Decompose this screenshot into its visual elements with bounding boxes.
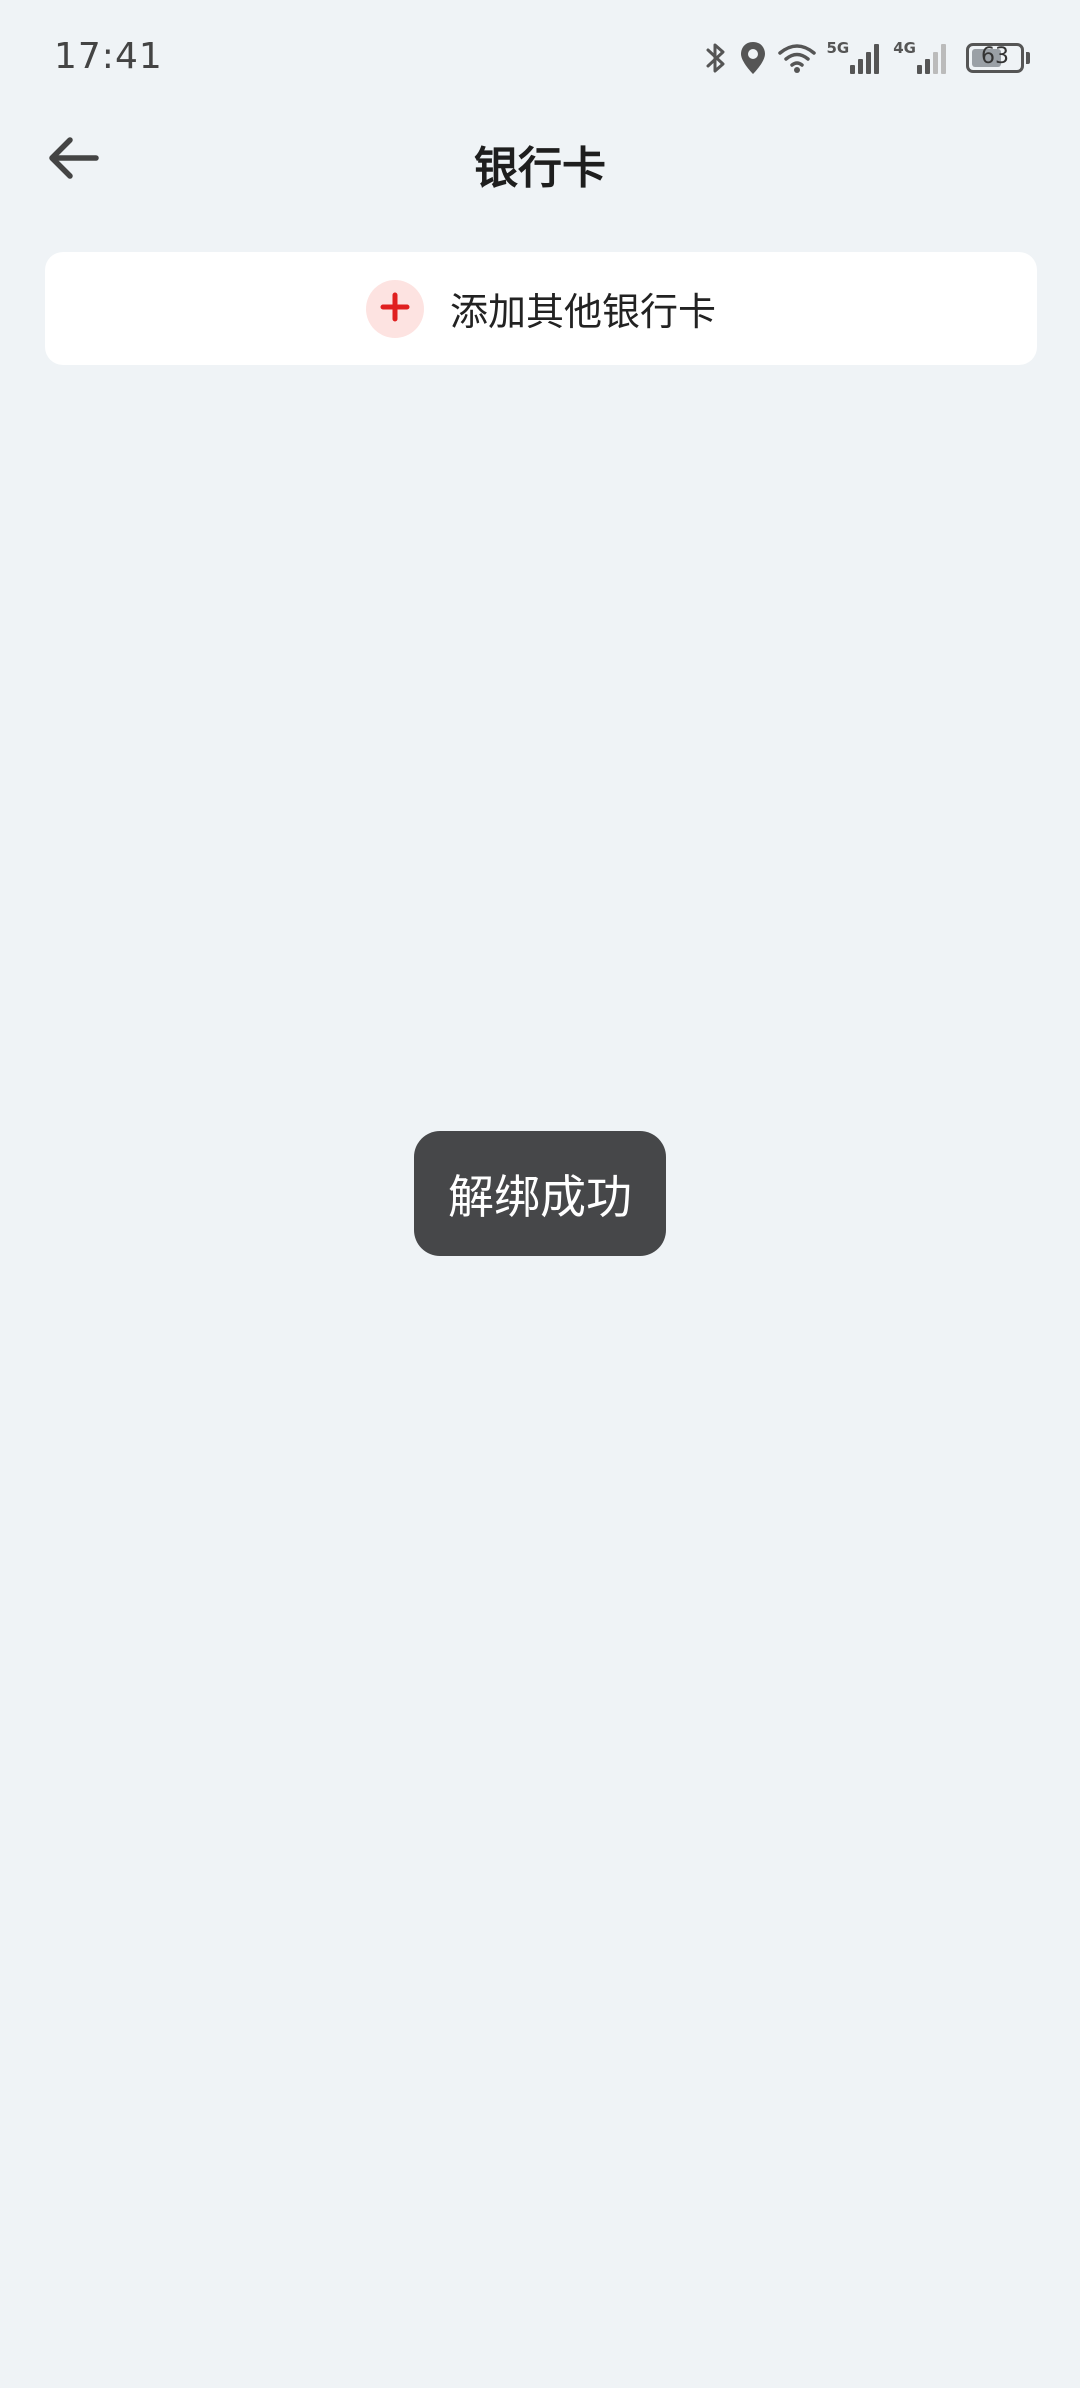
bluetooth-icon [703,40,729,76]
toast: 解绑成功 [414,1131,666,1256]
status-bar: 17:41 5G 4G 63 [0,0,1080,118]
net-label-4g: 4G [893,39,916,57]
battery-tip [1026,52,1030,64]
plus-icon [379,291,411,327]
battery-icon: 63 [966,43,1024,73]
wifi-icon [777,41,817,75]
add-bank-card-button[interactable]: 添加其他银行卡 [45,252,1037,365]
battery-level: 63 [981,44,1009,69]
page-title: 银行卡 [474,143,606,194]
net-label-5g: 5G [826,39,850,57]
toast-text: 解绑成功 [448,1169,632,1224]
status-time: 17:41 [54,36,163,77]
status-icons: 5G 4G 63 [703,36,1030,80]
add-icon-wrap [365,279,424,338]
add-card-label: 添加其他银行卡 [449,290,716,334]
header: 银行卡 [0,118,1080,202]
location-icon [739,40,767,76]
signal-4g-icon: 4G [893,41,950,75]
signal-5g-icon: 5G [827,41,884,75]
